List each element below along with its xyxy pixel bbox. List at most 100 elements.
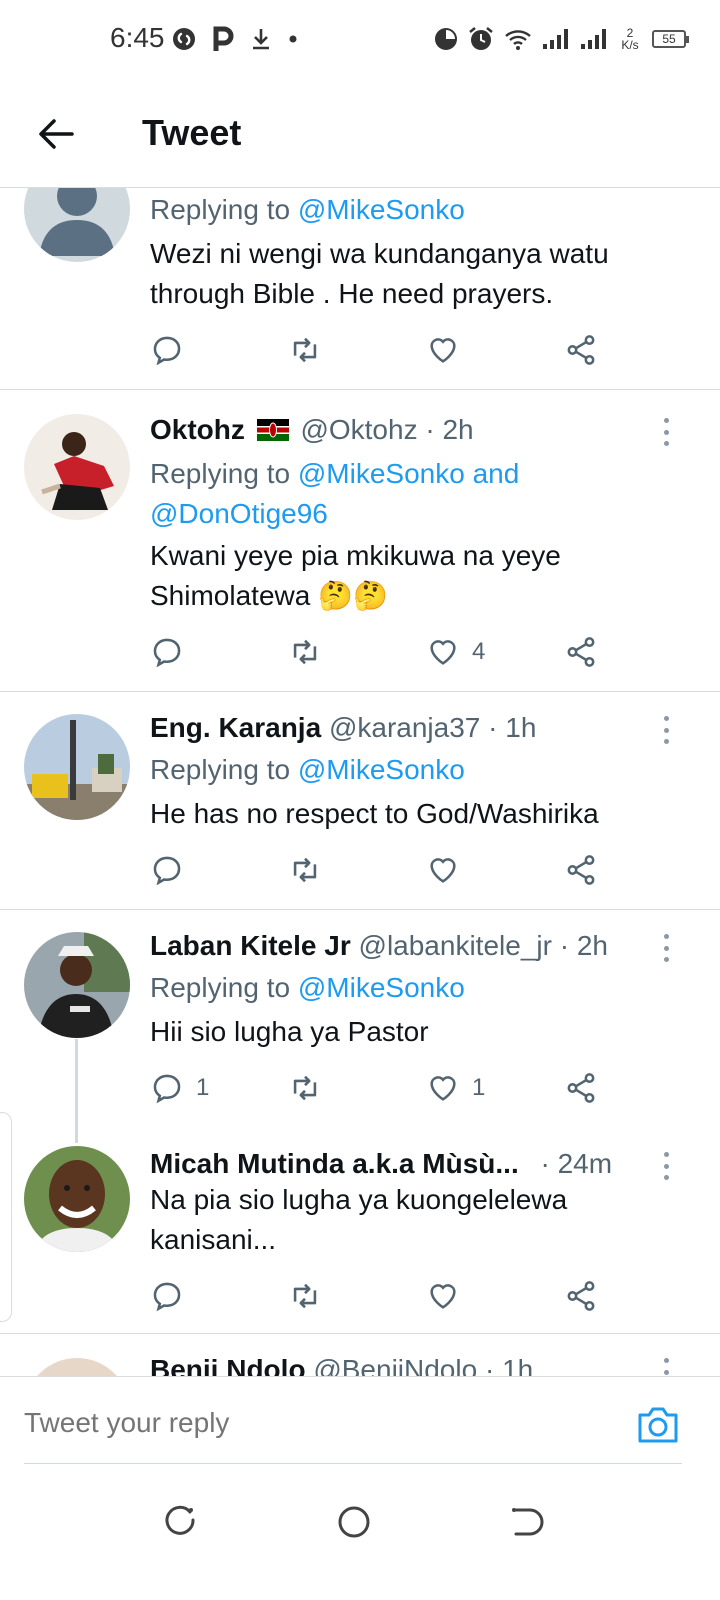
tweet-time: 1h [502, 1354, 534, 1376]
tweet-text: Na pia sio lugha ya kuongelelewa kanisan… [150, 1184, 568, 1255]
shazam-icon [172, 24, 196, 54]
replying-to: Replying to @MikeSonko and @DonOtige96 [150, 454, 680, 534]
share-button[interactable] [564, 632, 598, 672]
kenya-flag-icon [256, 416, 289, 448]
separator-dot: · [488, 712, 498, 743]
avatar-default[interactable] [24, 188, 130, 262]
like-button[interactable]: 4 [426, 632, 485, 672]
share-icon [567, 1073, 595, 1103]
display-name[interactable]: Benji Ndolo [150, 1354, 306, 1376]
replying-to: Replying to @MikeSonko [150, 190, 680, 230]
back-button[interactable] [34, 112, 78, 156]
reply-button[interactable]: 1 [150, 1068, 209, 1108]
reply-button[interactable] [150, 330, 196, 370]
home-button[interactable] [334, 1502, 374, 1542]
like-count: 4 [472, 638, 486, 665]
tweet-reply[interactable]: Laban Kitele Jr @labankitele_jr · 2h Rep… [0, 910, 720, 1128]
display-name[interactable]: Laban Kitele Jr [150, 930, 351, 961]
tweet-reply[interactable]: Micah Mutinda a.k.a Mùsù... · 24m Na pia… [0, 1128, 720, 1334]
more-options-button[interactable] [660, 418, 672, 446]
more-options-button[interactable] [660, 1152, 672, 1180]
retweet-button[interactable] [288, 1276, 322, 1316]
reply-icon [153, 638, 181, 668]
status-time: 6:45 [110, 22, 165, 53]
replying-to-label: Replying to [150, 972, 298, 1003]
tweet-actions: 4 [150, 632, 610, 672]
share-icon [567, 855, 595, 885]
share-button[interactable] [564, 1068, 598, 1108]
dot-icon [288, 24, 298, 54]
retweet-button[interactable] [288, 1068, 322, 1108]
more-options-button[interactable] [660, 934, 672, 962]
tweet-header: Oktohz @Oktohz · 2h [150, 414, 660, 448]
reply-button[interactable] [150, 850, 196, 890]
network-speed: 2 K/s [618, 27, 642, 51]
tweet-reply[interactable]: Replying to @MikeSonko Wezi ni wengi wa … [0, 188, 720, 390]
user-handle[interactable]: @karanja37 [329, 712, 480, 743]
download-icon [250, 24, 272, 54]
back-icon [512, 1508, 544, 1536]
retweet-button[interactable] [288, 330, 322, 370]
retweet-icon [293, 1283, 317, 1309]
more-options-button[interactable] [660, 1358, 672, 1376]
heart-icon [430, 858, 456, 883]
tweet-reply[interactable]: Eng. Karanja @karanja37 · 1h Replying to… [0, 692, 720, 910]
tweet-header: Eng. Karanja @karanja37 · 1h [150, 712, 660, 744]
heart-icon [430, 640, 456, 665]
tweet-header: Benji Ndolo @BenjiNdolo · 1h [150, 1354, 660, 1376]
tweet-actions [150, 1276, 610, 1316]
like-button[interactable]: 1 [426, 1068, 485, 1108]
mention-link[interactable]: @MikeSonko [298, 972, 465, 1003]
avatar[interactable] [24, 1146, 130, 1252]
display-name[interactable]: Micah Mutinda a.k.a Mùsù... [150, 1148, 519, 1179]
retweet-icon [293, 857, 317, 883]
like-button[interactable] [426, 330, 472, 370]
retweet-button[interactable] [288, 632, 322, 672]
reply-composer [0, 1376, 720, 1465]
user-handle[interactable]: @Oktohz [300, 414, 417, 445]
share-button[interactable] [564, 850, 598, 890]
reply-input[interactable] [24, 1407, 604, 1439]
battery-indicator: 55 [652, 30, 689, 48]
display-name[interactable]: Eng. Karanja [150, 712, 321, 743]
avatar[interactable] [24, 414, 130, 520]
retweet-button[interactable] [288, 850, 322, 890]
mention-link[interactable]: @MikeSonko [298, 194, 465, 225]
back-nav-button[interactable] [506, 1502, 546, 1542]
like-button[interactable] [426, 850, 472, 890]
heart-icon [430, 338, 456, 363]
replying-to: Replying to @MikeSonko [150, 750, 680, 790]
separator-dot: · [540, 1148, 550, 1179]
avatar[interactable] [24, 932, 130, 1038]
tweet-actions: 1 1 [150, 1068, 610, 1108]
tweet-reply[interactable]: Benji Ndolo @BenjiNdolo · 1h [0, 1334, 720, 1376]
tweet-text: Hii sio lugha ya Pastor [150, 1016, 429, 1047]
status-bar: 6:45 2 K/s 55 [0, 0, 720, 80]
reply-icon [153, 856, 181, 886]
user-handle[interactable]: @labankitele_jr [359, 930, 552, 961]
camera-button[interactable] [636, 1405, 680, 1445]
like-button[interactable] [426, 1276, 472, 1316]
reply-button[interactable] [150, 1276, 196, 1316]
share-icon [567, 335, 595, 365]
more-options-button[interactable] [660, 716, 672, 744]
reply-count: 1 [196, 1074, 210, 1101]
share-icon [567, 637, 595, 667]
mention-link[interactable]: @MikeSonko [298, 754, 465, 785]
signal-icon [580, 24, 608, 54]
top-app-bar: Tweet [0, 80, 720, 188]
share-button[interactable] [564, 330, 598, 370]
avatar[interactable] [24, 714, 130, 820]
replies-feed[interactable]: Replying to @MikeSonko Wezi ni wengi wa … [0, 188, 720, 1376]
heart-icon [430, 1076, 456, 1101]
reply-button[interactable] [150, 632, 196, 672]
user-handle[interactable]: @BenjiNdolo [313, 1354, 477, 1376]
wifi-icon [504, 24, 532, 54]
recent-apps-button[interactable] [160, 1502, 200, 1542]
display-name[interactable]: Oktohz [150, 414, 245, 445]
share-icon [567, 1281, 595, 1311]
replying-to-label: Replying to [150, 754, 298, 785]
avatar[interactable] [24, 1358, 130, 1376]
share-button[interactable] [564, 1276, 598, 1316]
tweet-reply[interactable]: Oktohz @Oktohz · 2h Replying to @MikeSon… [0, 390, 720, 692]
